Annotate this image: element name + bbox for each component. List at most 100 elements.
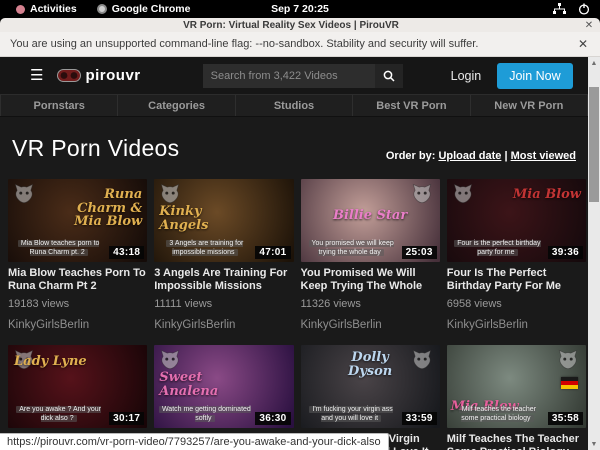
video-thumbnail[interactable]: Kinky Angels 3 Angels are training for i… bbox=[154, 179, 293, 262]
video-title-link[interactable]: 3 Angels Are Training For Impossible Mis… bbox=[154, 267, 293, 293]
nav-item-categories[interactable]: Categories bbox=[118, 95, 235, 116]
studio-catmask-logo-icon bbox=[159, 183, 181, 205]
page-title: VR Porn Videos bbox=[12, 135, 179, 162]
video-studio-link[interactable]: KinkyGirlsBerlin bbox=[301, 319, 440, 331]
thumb-overlay-name: Mia Blow bbox=[497, 188, 581, 202]
chrome-warning-bar: You are using an unsupported command-lin… bbox=[0, 32, 600, 57]
studio-catmask-logo-icon bbox=[557, 349, 579, 371]
thumb-overlay-caption: Watch me getting dominated softly bbox=[158, 405, 251, 423]
video-views: 6958 views bbox=[447, 298, 586, 310]
thumb-overlay-caption: 3 Angels are training for impossible mis… bbox=[158, 239, 251, 257]
search-box bbox=[203, 64, 403, 88]
video-duration-badge: 33:59 bbox=[402, 412, 437, 425]
video-card[interactable]: Mia Blow Milf teaches the teacher some p… bbox=[447, 345, 586, 450]
order-most-viewed-link[interactable]: Most viewed bbox=[511, 150, 576, 162]
video-thumbnail[interactable]: Billie Star You promised we will keep tr… bbox=[301, 179, 440, 262]
video-title-link[interactable]: Milf Teaches The Teacher Some Practical … bbox=[447, 433, 586, 450]
german-flag bbox=[561, 377, 578, 389]
studio-catmask-logo-icon bbox=[452, 183, 474, 205]
video-duration-badge: 25:03 bbox=[402, 246, 437, 259]
site-header: ☰ pirouvr Login Join Now bbox=[0, 57, 600, 94]
thumb-overlay-name: Sweet Analena bbox=[159, 371, 243, 398]
order-by: Order by: Upload date | Most viewed bbox=[386, 150, 576, 162]
nav-item-best-vr-porn[interactable]: Best VR Porn bbox=[353, 95, 470, 116]
power-icon[interactable] bbox=[578, 3, 590, 15]
studio-catmask-logo-icon bbox=[411, 183, 433, 205]
status-url-tooltip: https://pirouvr.com/vr-porn-video/779325… bbox=[0, 433, 389, 450]
order-by-label: Order by: bbox=[386, 150, 436, 162]
page-viewport: ☰ pirouvr Login Join Now Pornstars Categ… bbox=[0, 57, 600, 450]
order-upload-date-link[interactable]: Upload date bbox=[438, 150, 501, 162]
video-studio-link[interactable]: KinkyGirlsBerlin bbox=[8, 319, 147, 331]
video-card[interactable]: Kinky Angels 3 Angels are training for i… bbox=[154, 179, 293, 331]
page-head: VR Porn Videos Order by: Upload date | M… bbox=[0, 117, 600, 162]
video-thumbnail[interactable]: Mia Blow Milf teaches the teacher some p… bbox=[447, 345, 586, 428]
network-icon[interactable] bbox=[553, 3, 566, 15]
activities-button[interactable]: Activities bbox=[8, 0, 85, 18]
video-views: 11326 views bbox=[301, 298, 440, 310]
video-duration-badge: 35:58 bbox=[548, 412, 583, 425]
thumb-overlay-caption: You promised we will keep trying the who… bbox=[305, 239, 398, 257]
video-thumbnail[interactable]: Runa Charm & Mia Blow Mia Blow teaches p… bbox=[8, 179, 147, 262]
join-now-button[interactable]: Join Now bbox=[497, 63, 572, 89]
thumb-overlay-name: Billie Star bbox=[328, 209, 412, 223]
thumb-overlay-name: Runa Charm & Mia Blow bbox=[59, 188, 143, 229]
search-button[interactable] bbox=[375, 64, 403, 88]
browser-scrollbar[interactable]: ▲ ▼ bbox=[588, 57, 600, 450]
browser-tab-title[interactable]: VR Porn: Virtual Reality Sex Videos | Pi… bbox=[0, 20, 582, 31]
current-app-menu[interactable]: Google Chrome bbox=[89, 0, 199, 18]
thumb-overlay-name: Dolly Dyson bbox=[328, 351, 412, 378]
login-link[interactable]: Login bbox=[451, 69, 482, 83]
thumb-overlay-caption: Four is the perfect birthday party for m… bbox=[451, 239, 544, 257]
nav-item-new-vr-porn[interactable]: New VR Porn bbox=[471, 95, 588, 116]
video-duration-badge: 43:18 bbox=[109, 246, 144, 259]
activities-icon bbox=[16, 5, 25, 14]
activities-label: Activities bbox=[30, 3, 77, 15]
video-thumbnail[interactable]: Lady Lyne Are you awake ? And your dick … bbox=[8, 345, 147, 428]
studio-catmask-logo-icon bbox=[411, 349, 433, 371]
order-separator: | bbox=[501, 150, 510, 162]
scrollbar-down-icon[interactable]: ▼ bbox=[588, 438, 600, 450]
studio-catmask-logo-icon bbox=[159, 349, 181, 371]
video-grid: Runa Charm & Mia Blow Mia Blow teaches p… bbox=[0, 162, 600, 450]
current-app-label: Google Chrome bbox=[112, 3, 191, 15]
search-icon bbox=[383, 70, 395, 82]
video-duration-badge: 47:01 bbox=[255, 246, 290, 259]
video-card[interactable]: Mia Blow Four is the perfect birthday pa… bbox=[447, 179, 586, 331]
video-thumbnail[interactable]: Sweet Analena Watch me getting dominated… bbox=[154, 345, 293, 428]
video-title-link[interactable]: Four Is The Perfect Birthday Party For M… bbox=[447, 267, 586, 293]
menu-hamburger-icon[interactable]: ☰ bbox=[30, 68, 43, 83]
browser-tab-bar: VR Porn: Virtual Reality Sex Videos | Pi… bbox=[0, 18, 600, 32]
thumb-overlay-caption: I'm fucking your virgin ass and you will… bbox=[305, 405, 398, 423]
video-views: 11111 views bbox=[154, 298, 293, 310]
thumb-overlay-name: Lady Lyne bbox=[14, 355, 98, 369]
video-duration-badge: 36:30 bbox=[255, 412, 290, 425]
search-input[interactable] bbox=[203, 64, 375, 88]
nav-item-pornstars[interactable]: Pornstars bbox=[0, 95, 118, 116]
tab-close-icon[interactable]: ✕ bbox=[582, 20, 596, 31]
studio-catmask-logo-icon bbox=[13, 183, 35, 205]
chrome-icon bbox=[97, 4, 107, 14]
video-title-link[interactable]: Mia Blow Teaches Porn To Runa Charm Pt 2 bbox=[8, 267, 147, 293]
site-nav: Pornstars Categories Studios Best VR Por… bbox=[0, 94, 588, 117]
thumb-overlay-caption: Milf teaches the teacher some practical … bbox=[451, 405, 544, 423]
scrollbar-thumb[interactable] bbox=[589, 87, 599, 202]
thumb-overlay-caption: Mia Blow teaches porn to Runa Charm pt. … bbox=[12, 239, 105, 257]
warning-close-icon[interactable]: ✕ bbox=[578, 37, 588, 51]
nav-item-studios[interactable]: Studios bbox=[236, 95, 353, 116]
video-title-link[interactable]: You Promised We Will Keep Trying The Who… bbox=[301, 267, 440, 293]
warning-text: You are using an unsupported command-lin… bbox=[10, 38, 578, 50]
video-thumbnail[interactable]: Dolly Dyson I'm fucking your virgin ass … bbox=[301, 345, 440, 428]
video-duration-badge: 39:36 bbox=[548, 246, 583, 259]
video-studio-link[interactable]: KinkyGirlsBerlin bbox=[447, 319, 586, 331]
site-logo-text: pirouvr bbox=[85, 67, 140, 84]
video-duration-badge: 30:17 bbox=[109, 412, 144, 425]
site-logo[interactable]: pirouvr bbox=[57, 67, 140, 84]
video-card[interactable]: Runa Charm & Mia Blow Mia Blow teaches p… bbox=[8, 179, 147, 331]
video-thumbnail[interactable]: Mia Blow Four is the perfect birthday pa… bbox=[447, 179, 586, 262]
video-card[interactable]: Billie Star You promised we will keep tr… bbox=[301, 179, 440, 331]
video-studio-link[interactable]: KinkyGirlsBerlin bbox=[154, 319, 293, 331]
scrollbar-up-icon[interactable]: ▲ bbox=[588, 57, 600, 69]
vr-goggles-icon bbox=[57, 69, 81, 82]
thumb-overlay-name: Kinky Angels bbox=[159, 205, 243, 232]
